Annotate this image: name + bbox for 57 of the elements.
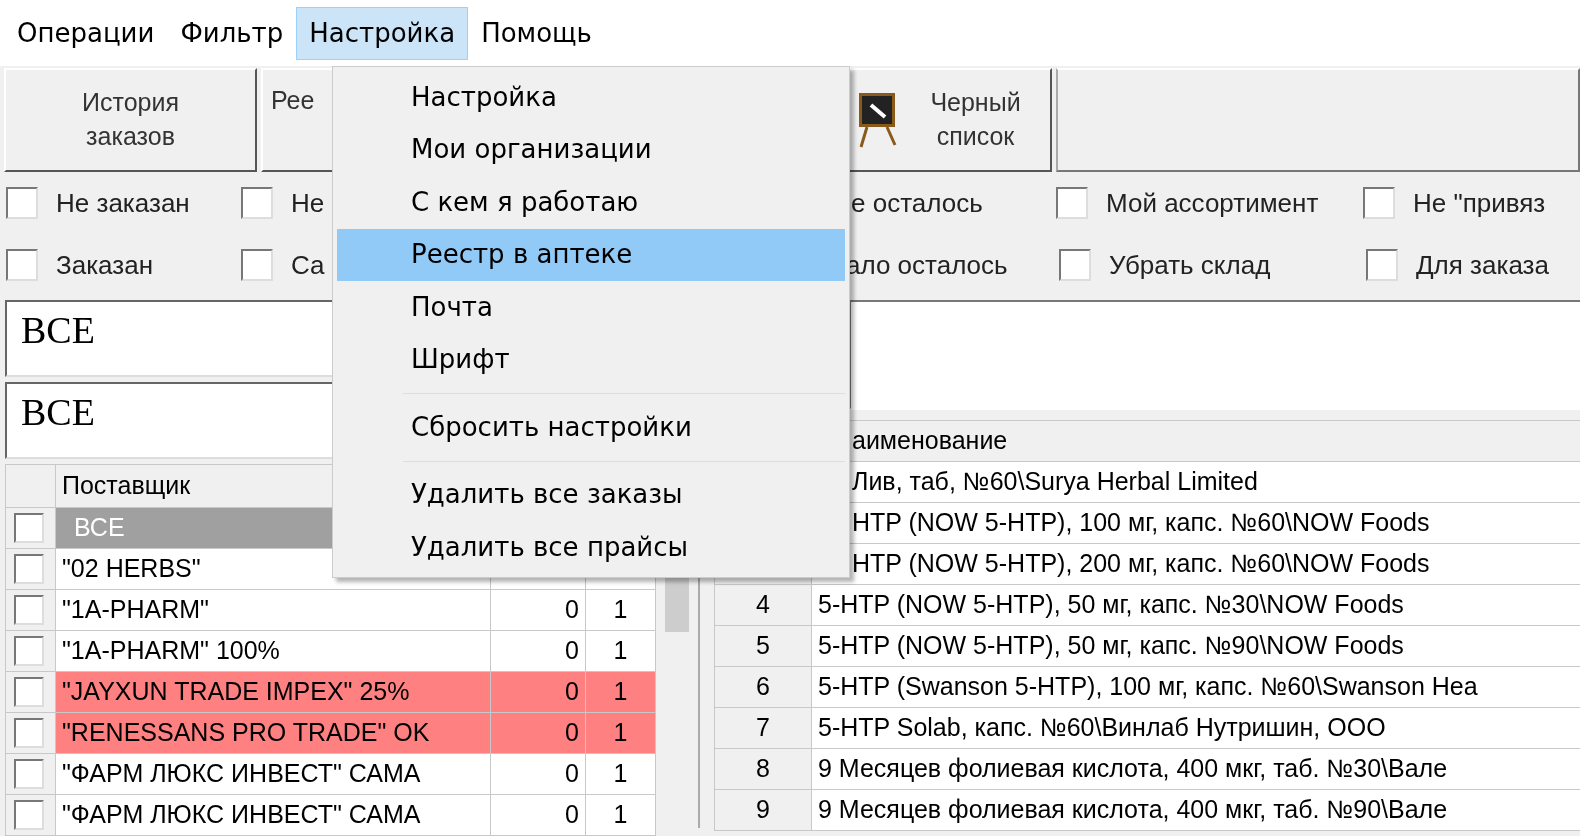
filter-label: Не — [291, 186, 325, 220]
menu-item[interactable]: Настройка — [296, 6, 469, 60]
checkbox[interactable] — [14, 595, 44, 625]
table-cell: 1 — [585, 712, 656, 754]
row-number: 9 — [714, 789, 812, 831]
table-cell: 0 — [490, 712, 586, 754]
checkbox[interactable] — [1059, 249, 1091, 281]
table-cell: "ФАРМ ЛЮКС ИНВЕСТ" САМА — [55, 753, 491, 795]
row-number: 5 — [714, 625, 812, 667]
menu-item[interactable]: Фильтр — [167, 6, 297, 60]
filter-label: Мой ассортимент — [1106, 186, 1319, 220]
menu-item[interactable]: Реестр в аптеке — [337, 228, 845, 281]
filter-label: Не заказан — [56, 186, 190, 220]
filter-label: Не "привяз — [1413, 186, 1546, 220]
filter-label: е осталось — [851, 186, 983, 220]
table-cell: 1 — [585, 794, 656, 836]
row-number: 7 — [714, 707, 812, 749]
table-cell: "JAYXUN TRADE IMPEX" 25% — [55, 671, 491, 713]
checkbox[interactable] — [14, 800, 44, 830]
row-number: 4 — [714, 584, 812, 626]
row-number: 6 — [714, 666, 812, 708]
table-cell: "1A-PHARM" 100% — [55, 630, 491, 672]
filter-label: Заказан — [56, 248, 154, 282]
table-cell: "ФАРМ ЛЮКС ИНВЕСТ" САМА — [55, 794, 491, 836]
table-cell: 1 — [585, 753, 656, 795]
table-cell: "RENESSANS PRO TRADE" OK — [55, 712, 491, 754]
menu-item[interactable]: Помощь — [468, 6, 605, 60]
checkbox[interactable] — [241, 249, 273, 281]
checkbox[interactable] — [1363, 187, 1395, 219]
checkbox[interactable] — [14, 718, 44, 748]
table-cell: 1 — [585, 589, 656, 631]
checkbox[interactable] — [14, 759, 44, 789]
menu-item[interactable]: Операции — [4, 6, 168, 60]
filter-label: Убрать склад — [1109, 248, 1271, 282]
toolbar-button[interactable]: История заказов — [4, 68, 257, 172]
table-cell: 0 — [490, 589, 586, 631]
table-cell: 0 — [490, 794, 586, 836]
table-cell: 1 — [585, 671, 656, 713]
checkbox[interactable] — [14, 636, 44, 666]
filter-label: Для заказа — [1416, 248, 1549, 282]
filter-label: Са — [291, 248, 325, 282]
table-cell: 1 — [585, 630, 656, 672]
blackboard-icon — [856, 91, 897, 149]
checkbox[interactable] — [14, 554, 44, 584]
checkbox[interactable] — [241, 187, 273, 219]
checkbox[interactable] — [14, 513, 44, 543]
table-cell: 0 — [490, 753, 586, 795]
row-number: 8 — [714, 748, 812, 790]
checkbox[interactable] — [6, 187, 38, 219]
table-cell: "1A-PHARM" — [55, 589, 491, 631]
checkbox[interactable] — [1366, 249, 1398, 281]
table-cell: 0 — [490, 671, 586, 713]
checkbox[interactable] — [14, 677, 44, 707]
menu-item[interactable]: С кем я работаю — [337, 176, 845, 229]
checkbox[interactable] — [6, 249, 38, 281]
table-cell: 0 — [490, 630, 586, 672]
checkbox[interactable] — [1056, 187, 1088, 219]
